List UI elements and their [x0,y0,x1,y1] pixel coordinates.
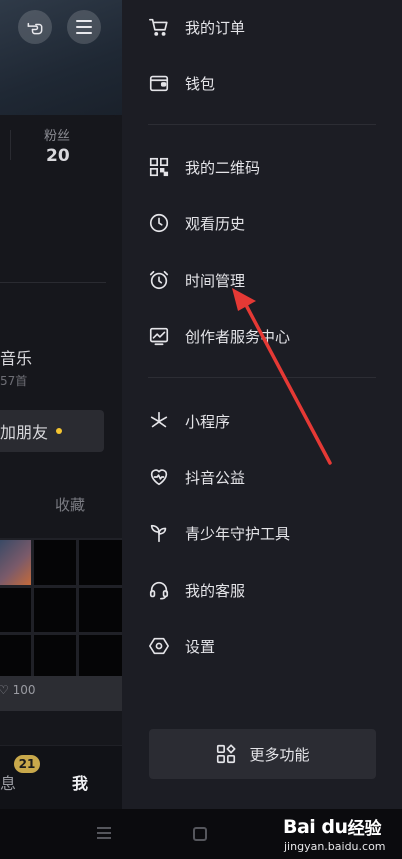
menu-item-label: 设置 [185,637,216,656]
menu-item-teen-protection[interactable]: 青少年守护工具 [148,518,388,548]
menu-item-orders[interactable]: 我的订单 [148,12,388,42]
heart-icon: ♡ [0,683,9,697]
menu-item-label: 我的订单 [185,18,246,37]
menu-item-label: 钱包 [185,74,216,93]
menu-item-qrcode[interactable]: 我的二维码 [148,152,388,182]
wallet-icon [148,72,170,94]
menu-item-label: 小程序 [185,412,231,431]
video-thumbnail[interactable] [34,540,76,585]
chart-monitor-icon [148,325,170,347]
video-thumbnail[interactable] [34,635,76,677]
fans-label: 粉丝 [44,129,71,144]
tab-messages[interactable]: 息 [0,770,16,794]
add-friend-button[interactable]: 加朋友 [0,410,104,452]
watermark-subtitle: 经验 [347,819,382,839]
menu-item-history[interactable]: 观看历史 [148,208,388,238]
video-thumbnail[interactable] [0,540,31,585]
menu-item-label: 我的二维码 [185,158,261,177]
add-friend-label: 加朋友 [0,423,49,442]
menu-divider [148,124,376,125]
menu-item-creator-center[interactable]: 创作者服务中心 [148,321,388,351]
profile-page-background: 粉丝 20 音乐 57首 加朋友 收藏 ♡ 100 21 息 我 [0,0,122,809]
section-divider [0,282,106,283]
profile-header-background [0,0,122,115]
headset-icon [148,579,170,601]
more-features-label: 更多功能 [249,745,310,764]
video-thumbnail[interactable] [0,635,31,677]
video-thumbnail[interactable] [79,588,122,632]
menu-item-label: 观看历史 [185,214,246,233]
cart-icon [148,16,170,38]
bottom-tab-bar [0,745,122,809]
heart-pulse-icon [148,466,170,488]
menu-item-customer-service[interactable]: 我的客服 [148,575,388,605]
tab-me[interactable]: 我 [72,770,88,794]
clock-icon [148,212,170,234]
alarm-clock-icon [148,269,170,291]
music-title[interactable]: 音乐 [0,345,32,369]
fans-count[interactable]: 20 [46,146,70,166]
like-count: ♡ 100 [0,683,36,697]
hand-pointer-icon [27,22,43,35]
nav-menu-icon[interactable] [96,825,112,841]
sprout-icon [148,522,170,544]
hand-pointer-button[interactable] [18,10,52,44]
stats-divider [10,130,11,160]
watermark: Bai du 经验 [283,814,382,840]
video-thumbnail[interactable] [0,588,31,632]
menu-item-label: 抖音公益 [185,468,246,487]
message-badge: 21 [14,755,40,773]
menu-item-mini-programs[interactable]: 小程序 [148,406,388,436]
watermark-url: jingyan.baidu.com [284,840,386,853]
notification-dot [56,428,63,434]
side-drawer: 我的订单 钱包 我的二维码 观看历史 时间管理 创作者服务中心 小程序 抖音公益… [122,0,402,809]
menu-item-label: 创作者服务中心 [185,327,291,346]
qrcode-icon [148,156,170,178]
menu-item-label: 青少年守护工具 [185,524,291,543]
menu-divider [148,377,376,378]
menu-button[interactable] [67,10,101,44]
apps-grid-icon [217,744,237,764]
menu-item-settings[interactable]: 设置 [148,631,388,661]
video-thumbnail[interactable] [34,588,76,632]
nav-home-button[interactable] [193,827,207,841]
hamburger-icon [76,20,92,34]
more-features-button[interactable]: 更多功能 [149,729,376,779]
menu-item-wallet[interactable]: 钱包 [148,68,388,98]
menu-item-charity[interactable]: 抖音公益 [148,462,388,492]
video-thumbnail[interactable] [79,635,122,677]
watermark-logo: Bai du [283,815,348,838]
asterisk-icon [148,410,170,432]
hexagon-gear-icon [148,635,170,657]
menu-item-label: 我的客服 [185,581,246,600]
music-count: 57首 [0,374,28,388]
video-thumbnail[interactable] [79,540,122,585]
tab-favorites[interactable]: 收藏 [55,494,85,515]
menu-item-time-management[interactable]: 时间管理 [148,265,388,295]
menu-item-label: 时间管理 [185,271,246,290]
